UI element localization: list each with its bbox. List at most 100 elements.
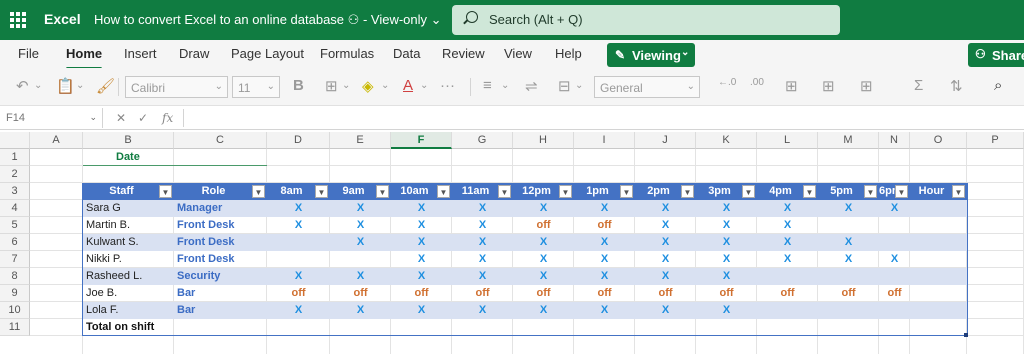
chevron-down-icon: ⌄ [681,47,690,58]
borders-dropdown-icon[interactable]: ⌄ [342,80,350,91]
row-header-6[interactable]: 6 [0,234,30,251]
enter-icon[interactable]: ✓ [138,111,148,125]
name-box[interactable]: F14 ⌄ [2,108,103,128]
select-all-corner[interactable] [0,132,30,149]
column-header-a[interactable]: A [30,132,83,149]
column-header-d[interactable]: D [267,132,330,149]
decrease-decimal-icon[interactable]: .00 [750,77,764,88]
row-header-3[interactable]: 3 [0,183,30,200]
number-format-select[interactable]: General ⌄ [594,76,700,98]
row-header-2[interactable]: 2 [0,166,30,183]
paste-dropdown-icon[interactable]: ⌄ [76,80,84,91]
font-size-value: 11 [238,81,251,95]
document-title-text: How to convert Excel to an online databa… [94,12,345,27]
paste-icon[interactable]: 📋 [56,77,75,95]
search-icon [466,11,478,23]
tab-review[interactable]: Review [442,46,485,61]
spreadsheet-grid[interactable]: A B C D E F G H I J K L M N O P 1 2 3 4 5 6 7 8 9 10 11 Date Staff ▼ R… [0,132,1024,354]
column-header-j[interactable]: J [635,132,696,149]
more-options-icon[interactable]: ··· [440,77,455,94]
cancel-icon[interactable]: ✕ [116,111,126,125]
font-name-select[interactable]: Calibri ⌄ [125,76,228,98]
increase-decimal-icon[interactable]: ←.0 [718,77,736,88]
undo-icon[interactable]: ↶ [16,77,29,95]
share-label: Share [992,48,1024,63]
column-header-f[interactable]: F [391,132,452,149]
autosum-icon[interactable]: Σ [914,77,923,94]
column-header-g[interactable]: G [452,132,513,149]
row-header-9[interactable]: 9 [0,285,30,302]
format-as-table-icon[interactable]: ⊞ [822,77,835,95]
tab-help[interactable]: Help [555,46,582,61]
column-header-i[interactable]: I [574,132,635,149]
row-header-8[interactable]: 8 [0,268,30,285]
row-header-1[interactable]: 1 [0,149,30,166]
merge-dropdown-icon[interactable]: ⌄ [575,80,583,91]
column-header-b[interactable]: B [83,132,174,149]
column-header-o[interactable]: O [910,132,967,149]
title-bar: Excel How to convert Excel to an online … [0,0,1024,40]
formula-bar: F14 ⌄ ✕ ✓ fx [0,106,1024,130]
view-only-status: View-only [370,12,428,27]
tab-page-layout[interactable]: Page Layout [231,46,304,61]
column-header-n[interactable]: N [879,132,910,149]
tab-formulas[interactable]: Formulas [320,46,374,61]
font-color-icon[interactable]: A [403,77,413,94]
table-resize-handle[interactable] [964,333,968,337]
fill-color-icon[interactable]: ◈ [362,77,374,95]
borders-icon[interactable]: ⊞ [325,77,338,95]
align-dropdown-icon[interactable]: ⌄ [501,80,509,91]
tab-draw[interactable]: Draw [179,46,209,61]
sort-filter-icon[interactable]: ⇅ [950,77,963,95]
date-label[interactable]: Date [83,149,267,166]
align-icon[interactable]: ≡ [483,77,492,94]
row-header-4[interactable]: 4 [0,200,30,217]
share-button[interactable]: ⚇ Share [968,43,1024,67]
pen-icon: ✎ [615,48,626,62]
share-person-icon: ⚇ [975,47,986,61]
cell-styles-icon[interactable]: ⊞ [860,77,873,95]
chevron-down-icon: ⌄ [214,81,223,92]
table-border [82,183,968,336]
column-header-e[interactable]: E [330,132,391,149]
row-header-10[interactable]: 10 [0,302,30,319]
font-color-dropdown-icon[interactable]: ⌄ [420,80,428,91]
row-header-7[interactable]: 7 [0,251,30,268]
viewing-label: Viewing [632,48,681,63]
search-box[interactable]: Search (Alt + Q) [452,5,840,35]
divider [183,109,184,127]
tab-data[interactable]: Data [393,46,420,61]
column-header-h[interactable]: H [513,132,574,149]
viewing-mode-button[interactable]: ✎ Viewing ⌄ [607,43,695,67]
app-launcher-icon[interactable] [10,12,26,28]
column-header-k[interactable]: K [696,132,757,149]
chevron-down-icon: ⌄ [430,12,442,27]
row-header-5[interactable]: 5 [0,217,30,234]
tab-file[interactable]: File [18,46,39,61]
column-header-p[interactable]: P [967,132,1024,149]
tab-view[interactable]: View [504,46,532,61]
chevron-down-icon: ⌄ [686,81,695,92]
chevron-down-icon: ⌄ [266,81,275,92]
tab-home[interactable]: Home [66,46,103,70]
font-size-select[interactable]: 11 ⌄ [232,76,280,98]
document-title[interactable]: How to convert Excel to an online databa… [94,12,442,28]
bold-icon[interactable]: B [293,77,304,94]
find-icon[interactable]: ⌕ [994,77,1002,94]
column-header-c[interactable]: C [174,132,267,149]
number-format-value: General [600,81,643,95]
fill-dropdown-icon[interactable]: ⌄ [381,80,389,91]
row-header-11[interactable]: 11 [0,319,30,336]
conditional-format-icon[interactable]: ⊞ [785,77,798,95]
merge-icon[interactable]: ⊟ [558,77,571,95]
app-name[interactable]: Excel [44,11,81,27]
format-painter-icon[interactable]: 🖌 [96,77,115,95]
tab-insert[interactable]: Insert [124,46,157,61]
undo-dropdown-icon[interactable]: ⌄ [34,80,42,91]
fx-icon[interactable]: fx [162,111,173,125]
ribbon-toolbar: ↶ ⌄ 📋 ⌄ 🖌 Calibri ⌄ 11 ⌄ B ⊞ ⌄ ◈ ⌄ A ⌄ ·… [0,68,1024,106]
wrap-text-icon[interactable]: ⇌ [525,77,538,95]
font-name-value: Calibri [131,81,166,95]
column-header-l[interactable]: L [757,132,818,149]
column-header-m[interactable]: M [818,132,879,149]
